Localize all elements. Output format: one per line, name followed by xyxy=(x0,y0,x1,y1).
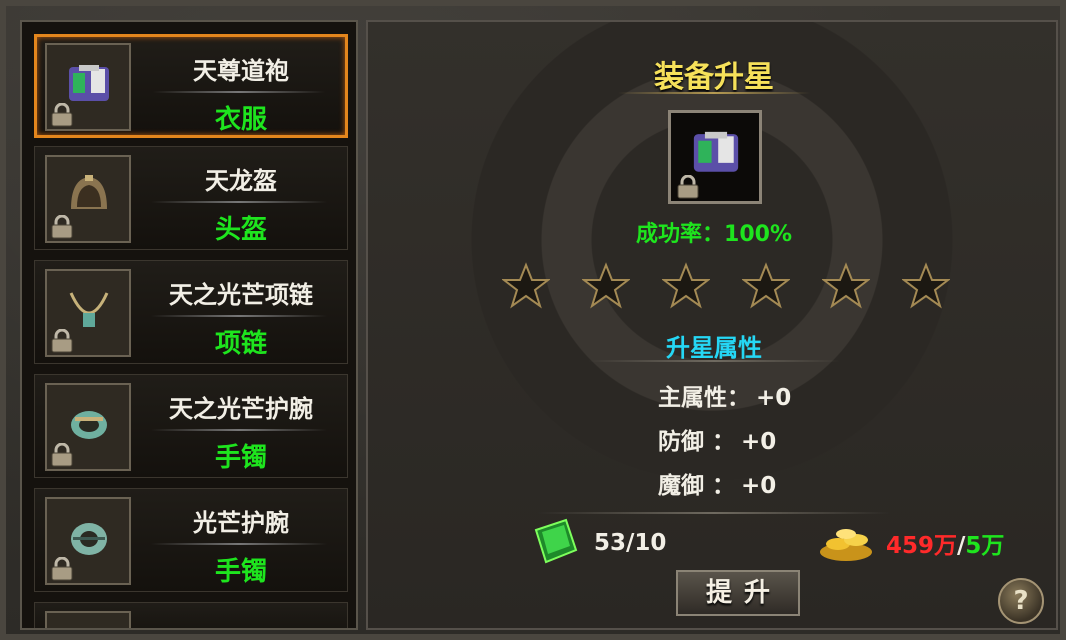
list-item[interactable]: 天龙盔 头盔 xyxy=(34,146,348,250)
item-divider xyxy=(151,315,327,317)
item-slot xyxy=(45,611,131,628)
item-type: 项链 xyxy=(214,329,267,359)
star-icon xyxy=(582,262,630,309)
upgrade-button[interactable]: 提升 xyxy=(676,570,800,616)
star-rating xyxy=(502,262,952,312)
attribute-value: +0 xyxy=(741,473,777,499)
item-type: 衣服 xyxy=(214,105,267,135)
star-icon xyxy=(902,262,950,309)
item-slot xyxy=(45,43,131,131)
selected-equipment-slot[interactable] xyxy=(668,110,762,204)
gold-required: 5万 xyxy=(965,533,1005,559)
item-name: 天龙盔 xyxy=(205,167,277,195)
star-upgrade-panel: 装备升星 成功率：100% 升星属性 主属性： +0 防御 ： +0 魔御 ： … xyxy=(366,20,1058,630)
lock-icon xyxy=(677,175,699,199)
item-divider xyxy=(151,201,327,203)
gold-coins-icon xyxy=(820,529,872,561)
lock-icon xyxy=(51,103,73,127)
star-icon xyxy=(822,262,870,309)
attribute-value: +0 xyxy=(756,385,792,411)
lock-icon xyxy=(51,443,73,467)
lock-icon xyxy=(51,557,73,581)
help-button[interactable]: ? xyxy=(998,578,1044,624)
game-window: 天尊道袍 衣服 天龙盔 头盔 天之光芒项链 项链 天之光芒护腕 手镯 光芒护腕 … xyxy=(0,0,1066,640)
item-slot xyxy=(45,155,131,243)
success-rate: 成功率：100% xyxy=(636,222,792,247)
list-item[interactable]: 天之光芒项链 项链 xyxy=(34,260,348,364)
item-name: 天尊道袍 xyxy=(193,57,289,85)
cost-divider xyxy=(538,512,890,514)
list-item-partial[interactable] xyxy=(34,602,348,628)
star-icon xyxy=(742,262,790,309)
panel-title: 装备升星 xyxy=(654,60,774,95)
gold-amount: 459万/5万 xyxy=(886,526,1004,560)
item-type: 头盔 xyxy=(214,215,267,245)
list-item[interactable]: 光芒护腕 手镯 xyxy=(34,488,348,592)
stone-count: 53/10 xyxy=(594,530,667,556)
lock-icon xyxy=(51,329,73,353)
item-type: 手镯 xyxy=(214,557,267,587)
title-divider xyxy=(618,92,810,94)
gold-current: 459万 xyxy=(886,533,958,559)
attribute-row: 主属性： +0 xyxy=(658,378,898,412)
item-divider xyxy=(153,91,325,93)
item-type: 手镯 xyxy=(214,443,267,473)
attribute-label: 魔御 ： xyxy=(658,473,736,499)
attribute-label: 防御 ： xyxy=(658,429,736,455)
attribute-value: +0 xyxy=(741,429,777,455)
lock-icon xyxy=(51,215,73,239)
attribute-row: 魔御 ： +0 xyxy=(658,466,898,500)
section-title: 升星属性 xyxy=(666,334,762,362)
list-item[interactable]: 天之光芒护腕 手镯 xyxy=(34,374,348,478)
item-name: 天之光芒护腕 xyxy=(169,395,313,423)
star-stone-icon xyxy=(534,518,578,564)
attribute-label: 主属性： xyxy=(658,385,750,411)
item-slot xyxy=(45,383,131,471)
list-item[interactable]: 天尊道袍 衣服 xyxy=(34,34,348,138)
item-divider xyxy=(151,543,327,545)
equipment-list[interactable]: 天尊道袍 衣服 天龙盔 头盔 天之光芒项链 项链 天之光芒护腕 手镯 光芒护腕 … xyxy=(20,20,358,630)
item-name: 天之光芒项链 xyxy=(169,281,313,309)
item-slot xyxy=(45,497,131,585)
attribute-row: 防御 ： +0 xyxy=(658,422,898,456)
star-icon xyxy=(502,262,550,309)
item-name: 光芒护腕 xyxy=(193,509,289,537)
item-divider xyxy=(151,429,327,431)
star-icon xyxy=(662,262,710,309)
item-slot xyxy=(45,269,131,357)
section-divider xyxy=(588,360,840,362)
